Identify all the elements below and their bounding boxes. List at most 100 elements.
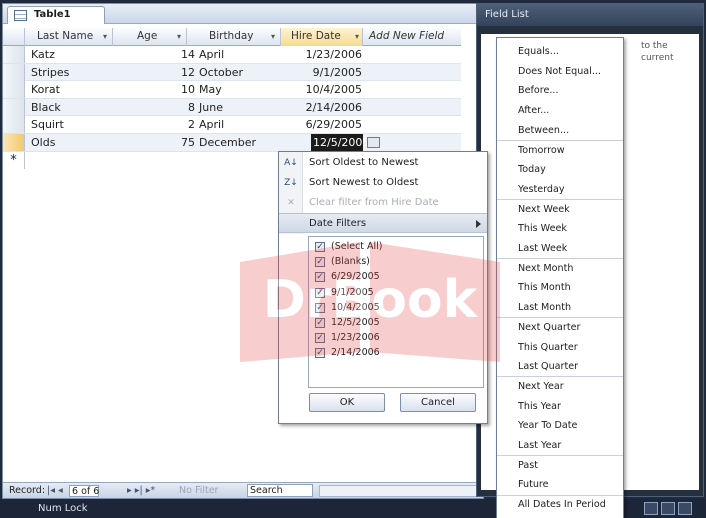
checkbox-checked-icon[interactable]: ✓ bbox=[315, 287, 325, 298]
search-input[interactable]: Search bbox=[247, 484, 313, 497]
dropdown-arrow-icon[interactable]: ▾ bbox=[103, 28, 107, 45]
cell-birthday[interactable]: April bbox=[199, 116, 224, 133]
date-filter-before[interactable]: Before... bbox=[497, 81, 623, 101]
checkbox-checked-icon[interactable]: ✓ bbox=[315, 302, 325, 313]
cell-age[interactable]: 2 bbox=[113, 116, 195, 133]
row-selector[interactable] bbox=[3, 116, 25, 134]
date-filter-equals[interactable]: Equals... bbox=[497, 42, 623, 62]
pivot-table-view-icon[interactable] bbox=[661, 502, 675, 515]
cell-birthday[interactable]: December bbox=[199, 134, 256, 151]
date-filter-between[interactable]: Between... bbox=[497, 121, 623, 141]
date-filter-last-quarter[interactable]: Last Quarter bbox=[497, 357, 623, 377]
row-selector[interactable] bbox=[3, 46, 25, 63]
checklist-item[interactable]: ✓ 12/5/2005 bbox=[309, 315, 483, 330]
date-filter-all-dates-in-period[interactable]: All Dates In Period bbox=[497, 495, 623, 515]
date-filter-last-month[interactable]: Last Month bbox=[497, 298, 623, 318]
row-selector[interactable] bbox=[3, 134, 25, 151]
date-filter-next-month[interactable]: Next Month bbox=[497, 259, 623, 279]
table-row[interactable]: Katz 14 April 1/23/2006 bbox=[3, 46, 461, 64]
dropdown-arrow-icon[interactable]: ▾ bbox=[177, 28, 181, 45]
checkbox-checked-icon[interactable]: ✓ bbox=[315, 348, 325, 359]
row-selector[interactable] bbox=[3, 81, 25, 99]
date-filter-after[interactable]: After... bbox=[497, 101, 623, 121]
checklist-item[interactable]: ✓ 1/23/2006 bbox=[309, 330, 483, 345]
checkbox-checked-icon[interactable]: ✓ bbox=[315, 317, 325, 328]
date-filter-does-not-equal[interactable]: Does Not Equal... bbox=[497, 62, 623, 82]
column-header-age[interactable]: Age ▾ bbox=[113, 28, 187, 46]
date-filter-past[interactable]: Past bbox=[497, 456, 623, 476]
row-selector[interactable] bbox=[3, 63, 25, 81]
sort-newest-to-oldest[interactable]: Z↓ Sort Newest to Oldest bbox=[279, 173, 487, 193]
checkbox-checked-icon[interactable]: ✓ bbox=[315, 333, 325, 344]
date-filter-last-year[interactable]: Last Year bbox=[497, 436, 623, 456]
sort-oldest-to-newest[interactable]: A↓ Sort Oldest to Newest bbox=[279, 153, 487, 173]
select-all-corner[interactable] bbox=[3, 28, 25, 46]
date-filters-item[interactable]: Date Filters bbox=[279, 213, 487, 233]
date-filter-this-quarter[interactable]: This Quarter bbox=[497, 338, 623, 358]
checklist-item[interactable]: ✓ (Blanks) bbox=[309, 254, 483, 269]
column-header-last-name[interactable]: Last Name ▾ bbox=[25, 28, 113, 46]
date-filter-year-to-date[interactable]: Year To Date bbox=[497, 416, 623, 436]
date-filter-next-year[interactable]: Next Year bbox=[497, 377, 623, 397]
cell-last-name[interactable]: Korat bbox=[31, 81, 60, 98]
table-row[interactable]: Olds 75 December 12/5/2005 bbox=[3, 134, 461, 152]
column-header-hire-date[interactable]: Hire Date ▾ bbox=[281, 28, 363, 46]
checklist-item[interactable]: ✓ 10/4/2005 bbox=[309, 300, 483, 315]
date-filter-this-year[interactable]: This Year bbox=[497, 397, 623, 417]
cell-last-name[interactable]: Black bbox=[31, 99, 61, 116]
cell-hire-date-selected[interactable]: 12/5/2005 bbox=[311, 134, 369, 151]
table-row[interactable]: Stripes 12 October 9/1/2005 bbox=[3, 63, 461, 82]
checklist-item[interactable]: ✓ 9/1/2005 bbox=[309, 285, 483, 300]
cell-hire-date[interactable]: 9/1/2005 bbox=[299, 64, 362, 81]
cell-age[interactable]: 8 bbox=[113, 99, 195, 116]
date-filter-tomorrow[interactable]: Tomorrow bbox=[497, 141, 623, 161]
cell-age[interactable]: 12 bbox=[113, 64, 195, 81]
tab-table1[interactable]: Table1 bbox=[7, 6, 105, 24]
table-row[interactable]: Black 8 June 2/14/2006 bbox=[3, 98, 461, 117]
checkbox-checked-icon[interactable]: ✓ bbox=[315, 242, 325, 252]
date-filter-future[interactable]: Future bbox=[497, 475, 623, 495]
horizontal-scrollbar[interactable] bbox=[319, 485, 479, 497]
date-filter-yesterday[interactable]: Yesterday bbox=[497, 180, 623, 200]
dropdown-arrow-icon[interactable]: ▾ bbox=[271, 28, 275, 45]
date-picker-icon[interactable] bbox=[367, 137, 380, 148]
checkbox-checked-icon[interactable]: ✓ bbox=[315, 257, 325, 268]
cell-birthday[interactable]: June bbox=[199, 99, 223, 116]
cell-last-name[interactable]: Stripes bbox=[31, 64, 69, 81]
current-record-field[interactable]: 6 of 6 bbox=[69, 485, 99, 497]
cell-hire-date[interactable]: 1/23/2006 bbox=[299, 46, 362, 63]
datasheet-view-icon[interactable] bbox=[644, 502, 658, 515]
cell-birthday[interactable]: May bbox=[199, 81, 222, 98]
cell-birthday[interactable]: April bbox=[199, 46, 224, 63]
date-filter-next-week[interactable]: Next Week bbox=[497, 200, 623, 220]
cell-age[interactable]: 75 bbox=[113, 134, 195, 151]
date-filter-this-month[interactable]: This Month bbox=[497, 278, 623, 298]
date-filter-next-quarter[interactable]: Next Quarter bbox=[497, 318, 623, 338]
column-header-add-new-field[interactable]: Add New Field bbox=[363, 28, 461, 46]
filter-status-button[interactable]: No Filter bbox=[179, 483, 243, 498]
checkbox-checked-icon[interactable]: ✓ bbox=[315, 272, 325, 283]
cell-hire-date[interactable]: 2/14/2006 bbox=[299, 99, 362, 116]
checklist-item[interactable]: ✓ 6/29/2005 bbox=[309, 269, 483, 284]
table-row[interactable]: Squirt 2 April 6/29/2005 bbox=[3, 116, 461, 134]
cancel-button[interactable]: Cancel bbox=[400, 393, 476, 412]
cell-age[interactable]: 10 bbox=[113, 81, 195, 98]
date-filter-this-week[interactable]: This Week bbox=[497, 219, 623, 239]
column-header-birthday[interactable]: Birthday ▾ bbox=[187, 28, 281, 46]
cell-hire-date[interactable]: 10/4/2005 bbox=[299, 81, 362, 98]
date-filter-last-week[interactable]: Last Week bbox=[497, 239, 623, 259]
checklist-item[interactable]: ✓ (Select All) bbox=[309, 239, 483, 254]
cell-birthday[interactable]: October bbox=[199, 64, 243, 81]
table-row[interactable]: Korat 10 May 10/4/2005 bbox=[3, 81, 461, 99]
date-filter-today[interactable]: Today bbox=[497, 160, 623, 180]
cell-last-name[interactable]: Squirt bbox=[31, 116, 64, 133]
cell-last-name[interactable]: Katz bbox=[31, 46, 55, 63]
row-selector[interactable] bbox=[3, 98, 25, 116]
cell-hire-date[interactable]: 6/29/2005 bbox=[299, 116, 362, 133]
record-next-last-buttons[interactable]: ▸ ▸| ▸* bbox=[127, 483, 155, 498]
record-first-prev-buttons[interactable]: |◂ ◂ bbox=[47, 483, 63, 498]
ok-button[interactable]: OK bbox=[309, 393, 385, 412]
design-view-icon[interactable] bbox=[678, 502, 692, 515]
checklist-item[interactable]: ✓ 2/14/2006 bbox=[309, 345, 483, 360]
cell-age[interactable]: 14 bbox=[113, 46, 195, 63]
